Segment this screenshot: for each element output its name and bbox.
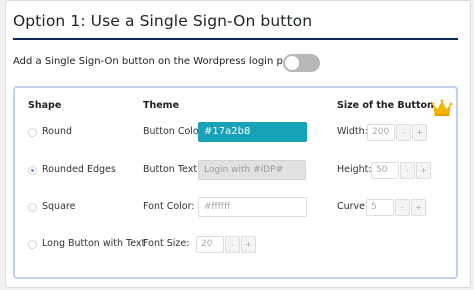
shape-label-rounded-edges: Rounded Edges bbox=[42, 164, 116, 175]
font-size-decrement-button[interactable]: - bbox=[225, 236, 240, 253]
height-label: Height: bbox=[337, 164, 372, 175]
width-increment-button[interactable]: + bbox=[412, 124, 427, 141]
button-text-label: Button Text: bbox=[143, 164, 201, 175]
title-divider bbox=[13, 38, 458, 40]
shape-radio-round[interactable] bbox=[28, 128, 37, 137]
font-size-increment-button[interactable]: + bbox=[241, 236, 256, 253]
curve-increment-button[interactable]: + bbox=[411, 199, 426, 216]
shape-radio-long-button[interactable] bbox=[28, 240, 37, 249]
curve-decrement-button[interactable]: - bbox=[395, 199, 410, 216]
width-input[interactable]: 200 bbox=[367, 124, 395, 141]
theme-column-header: Theme bbox=[143, 100, 180, 111]
toggle-knob bbox=[285, 56, 299, 70]
button-color-label: Button Color: bbox=[143, 126, 206, 137]
height-input[interactable]: 50 bbox=[371, 162, 399, 179]
width-decrement-button[interactable]: - bbox=[396, 124, 411, 141]
width-label: Width: bbox=[337, 126, 368, 137]
shape-radio-square[interactable] bbox=[28, 203, 37, 212]
shape-radio-rounded-edges[interactable] bbox=[28, 166, 37, 175]
sso-button-toggle[interactable] bbox=[283, 54, 320, 72]
curve-label: Curve: bbox=[337, 201, 369, 212]
curve-input[interactable]: 5 bbox=[366, 199, 394, 216]
font-color-input[interactable]: #ffffff bbox=[198, 197, 307, 217]
height-decrement-button[interactable]: - bbox=[400, 162, 415, 179]
button-text-input[interactable]: Login with #IDP# bbox=[198, 160, 306, 180]
button-color-input[interactable]: #17a2b8 bbox=[198, 122, 307, 142]
page-title: Option 1: Use a Single Sign-On button bbox=[13, 12, 313, 30]
shape-label-square: Square bbox=[42, 201, 76, 212]
crown-icon bbox=[431, 99, 453, 116]
height-increment-button[interactable]: + bbox=[416, 162, 431, 179]
size-column-header: Size of the Button bbox=[337, 100, 434, 111]
font-size-input[interactable]: 20 bbox=[196, 236, 224, 253]
font-size-label: Font Size: bbox=[143, 238, 190, 249]
shape-label-round: Round bbox=[42, 126, 73, 137]
sso-toggle-label: Add a Single Sign-On button on the Wordp… bbox=[13, 56, 302, 67]
shape-label-long-button: Long Button with Text bbox=[42, 238, 146, 249]
font-color-label: Font Color: bbox=[143, 201, 195, 212]
shape-column-header: Shape bbox=[28, 100, 62, 111]
